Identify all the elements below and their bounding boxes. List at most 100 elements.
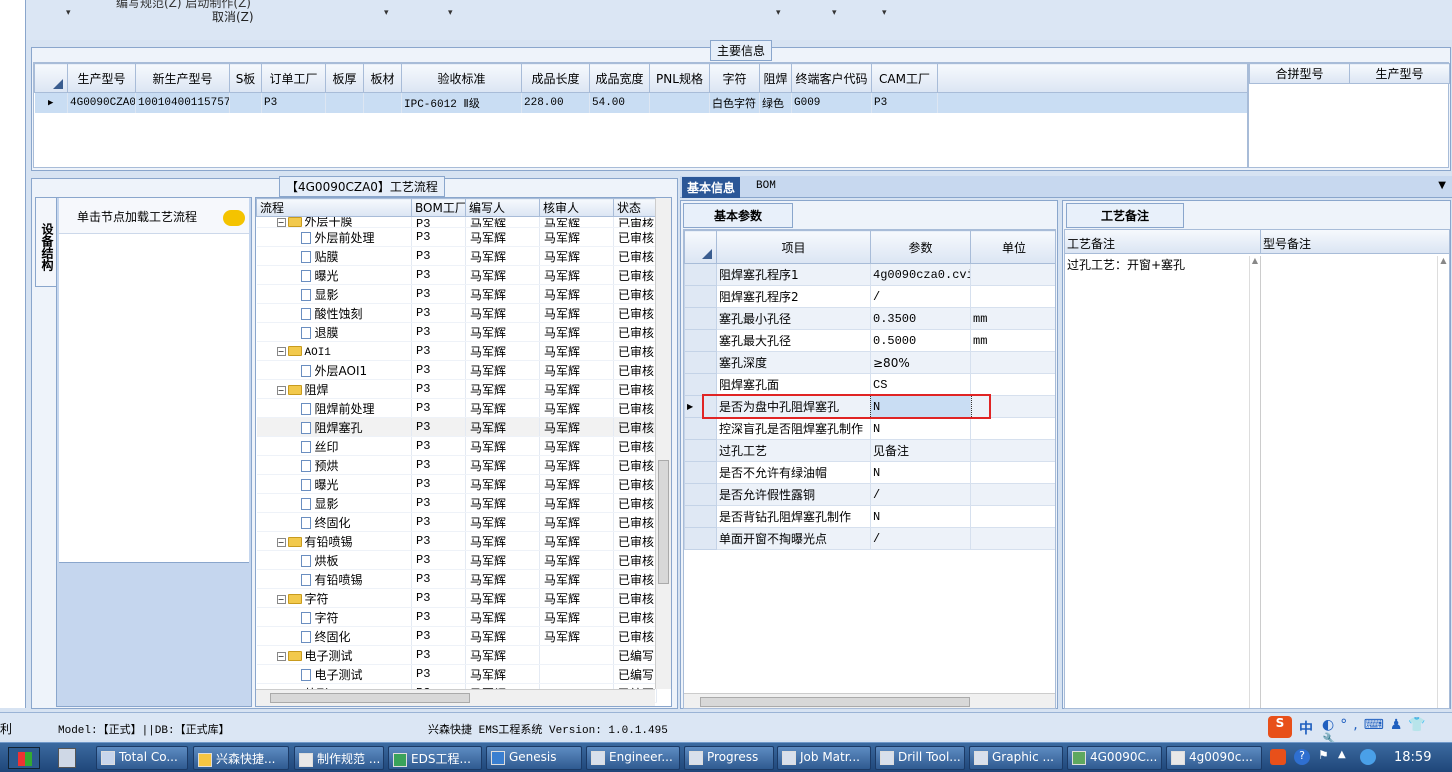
col-header-model-note[interactable]: 型号备注 (1261, 230, 1449, 253)
tree-row[interactable]: 丝印 P3 马军辉 马军辉 已审核 (256, 436, 657, 456)
taskbar-item[interactable]: Total Co... (96, 746, 188, 770)
tree-row[interactable]: 曝光 P3 马军辉 马军辉 已审核 (256, 265, 657, 285)
tree-row[interactable]: − 外层干膜 P3 马军辉 马军辉 已审核 (256, 216, 657, 228)
ime-mode-label[interactable]: 中 (1299, 718, 1313, 738)
main-info-cell[interactable] (229, 92, 262, 113)
main-info-cell[interactable]: P3 (871, 92, 938, 113)
tree-row[interactable]: 烘板 P3 马军辉 马军辉 已审核 (256, 550, 657, 570)
param-value-cell[interactable]: 见备注 (870, 439, 971, 462)
tree-row[interactable]: 显影 P3 马军辉 马军辉 已审核 (256, 493, 657, 513)
row-header[interactable] (684, 329, 717, 352)
main-info-cell[interactable]: 228.00 (521, 92, 590, 113)
taskbar-item[interactable]: Drill Tool... (875, 746, 965, 770)
tree-row[interactable]: − 字符 P3 马军辉 马军辉 已审核 (256, 588, 657, 608)
col-header-bom-factory[interactable]: BOM工厂 (411, 198, 466, 217)
row-header[interactable] (684, 439, 717, 462)
dropdown-arrow-icon[interactable]: ▾ (66, 8, 71, 18)
col-header-main-10[interactable]: 字符 (709, 63, 760, 93)
tree-row[interactable]: − 电子测试 P3 马军辉 已编写 (256, 645, 657, 665)
tree-row[interactable]: 终固化 P3 马军辉 马军辉 已审核 (256, 512, 657, 532)
param-row[interactable]: 塞孔深度 ≥80% (684, 351, 1055, 374)
param-row[interactable]: 阻焊塞孔程序2/ (684, 285, 1055, 308)
col-header-param[interactable]: 参数 (870, 230, 971, 264)
tree-row[interactable]: 终固化 P3 马军辉 马军辉 已审核 (256, 626, 657, 646)
param-row[interactable]: 是否背钻孔阻焊塞孔制作 N (684, 505, 1055, 528)
tree-row[interactable]: 阻焊前处理 P3 马军辉 马军辉 已审核 (256, 398, 657, 418)
tree-row[interactable]: − 有铅喷锡 P3 马军辉 马军辉 已审核 (256, 531, 657, 551)
tray-app-icon[interactable] (1360, 749, 1376, 765)
param-row[interactable]: 塞孔最小孔径 0.3500 mm (684, 307, 1055, 330)
cancel-menu-item[interactable]: 取消(Z) (212, 8, 254, 25)
params-horizontal-scrollbar[interactable] (684, 693, 1055, 708)
tree-row[interactable]: 外层前处理 P3 马军辉 马军辉 已审核 (256, 227, 657, 247)
param-value-cell[interactable]: / (870, 527, 971, 550)
collapse-icon[interactable]: − (276, 385, 286, 395)
param-row[interactable]: 是否不允许有绿油帽 N (684, 461, 1055, 484)
col-header-main-8[interactable]: 成品宽度 (589, 63, 650, 93)
tree-vertical-scrollbar[interactable] (655, 198, 671, 689)
col-header-main-5[interactable]: 板材 (363, 63, 402, 93)
equipment-structure-tab[interactable]: 设备结构 (35, 197, 57, 287)
col-header-main-11[interactable]: 阻焊 (759, 63, 792, 93)
dropdown-arrow-icon[interactable]: ▼ (1438, 180, 1446, 191)
row-header[interactable] (684, 373, 717, 396)
row-header[interactable] (684, 417, 717, 440)
dropdown-arrow-icon[interactable]: ▾ (448, 8, 453, 18)
main-info-cell[interactable]: 绿色 (759, 92, 792, 113)
taskbar-item[interactable]: Progress (684, 746, 774, 770)
taskbar-item[interactable]: Job Matr... (777, 746, 871, 770)
notes-grid[interactable]: 工艺备注 型号备注 过孔工艺：开窗+塞孔 ▲ ▲ (1064, 229, 1450, 709)
row-header[interactable] (684, 263, 717, 286)
col-header-main-13[interactable]: CAM工厂 (871, 63, 938, 93)
col-header-checker[interactable]: 核审人 (539, 198, 614, 217)
row-header[interactable] (684, 307, 717, 330)
tree-row[interactable]: 外层AOI1 P3 马军辉 马军辉 已审核 (256, 360, 657, 380)
row-header[interactable] (684, 483, 717, 506)
note-scrollbar[interactable]: ▲ (1249, 256, 1261, 708)
process-notes-tab[interactable]: 工艺备注 (1066, 203, 1185, 228)
param-value-cell[interactable]: 0.5000 (870, 329, 971, 352)
col-header-main-6[interactable]: 验收标准 (401, 63, 522, 93)
main-info-cell[interactable]: IPC-6012 Ⅱ级 (401, 92, 522, 113)
collapse-icon[interactable]: − (276, 217, 286, 227)
collapse-icon[interactable]: − (276, 346, 286, 356)
col-header-writer[interactable]: 编写人 (465, 198, 540, 217)
main-info-cell[interactable]: P3 (261, 92, 326, 113)
col-header-production-model[interactable]: 生产型号 (1349, 63, 1450, 84)
taskbar-item[interactable]: Engineer... (586, 746, 680, 770)
taskbar-item[interactable]: 4g0090c... (1166, 746, 1262, 770)
tree-row[interactable]: − 阻焊 P3 马军辉 马军辉 已审核 (256, 379, 657, 399)
param-value-cell[interactable]: ≥80% (870, 351, 971, 374)
merge-model-grid[interactable]: 合拼型号 生产型号 (1248, 62, 1450, 168)
params-grid[interactable]: 项目 参数 单位 阻焊塞孔程序1 4g0090cza0.cvia 阻焊塞孔程序2/塞… (683, 229, 1056, 709)
tab-basic-info[interactable]: 基本信息 (682, 177, 741, 198)
param-row[interactable]: 塞孔最大孔径 0.5000 mm (684, 329, 1055, 352)
col-header-main-1[interactable]: 新生产型号 (135, 63, 230, 93)
collapse-icon[interactable]: − (276, 651, 286, 661)
clock[interactable]: 18:59 (1394, 750, 1431, 765)
param-value-cell[interactable]: CS (870, 373, 971, 396)
taskbar-item[interactable]: Genesis (486, 746, 582, 770)
col-header-main-12[interactable]: 终端客户代码 (791, 63, 872, 93)
dropdown-arrow-icon[interactable]: ▾ (776, 8, 781, 18)
main-info-cell[interactable]: 54.00 (589, 92, 650, 113)
param-value-cell[interactable]: / (870, 285, 971, 308)
main-info-grid[interactable]: 生产型号 新生产型号 S板 订单工厂 板厚 板材 验收标准 成品长度 成品宽度 PNL规格 字符 阻焊… (33, 62, 1248, 168)
taskbar-item[interactable]: 4G0090C... (1067, 746, 1162, 770)
model-note-scrollbar[interactable]: ▲ (1437, 256, 1449, 708)
col-header-merge-model[interactable]: 合拼型号 (1249, 63, 1350, 84)
tree-row[interactable]: 有铅喷锡 P3 马军辉 马军辉 已审核 (256, 569, 657, 589)
col-header-unit[interactable]: 单位 (970, 230, 1055, 264)
param-row[interactable]: 控深盲孔是否阻焊塞孔制作 N (684, 417, 1055, 440)
collapse-icon[interactable]: − (276, 537, 286, 547)
main-info-cell[interactable]: 白色字符 (709, 92, 760, 113)
tree-row[interactable]: 贴膜 P3 马军辉 马军辉 已审核 (256, 246, 657, 266)
main-info-cell[interactable]: 10010400115757 (135, 92, 230, 113)
main-info-cell[interactable] (363, 92, 402, 113)
main-info-cell[interactable] (325, 92, 364, 113)
tree-row[interactable]: 显影 P3 马军辉 马军辉 已审核 (256, 284, 657, 304)
process-tree-grid[interactable]: 流程 BOM工厂 编写人 核审人 状态 − 外层干膜 P3 马军辉 马军辉 已审核 外层前处… (255, 197, 672, 707)
taskbar-item[interactable]: Graphic ... (969, 746, 1063, 770)
start-button[interactable] (8, 747, 40, 769)
main-info-cell[interactable] (649, 92, 710, 113)
